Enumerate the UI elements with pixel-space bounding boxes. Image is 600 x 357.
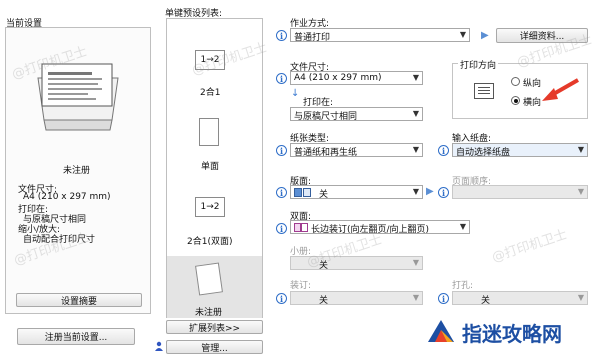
info-icon[interactable]: i	[276, 293, 287, 304]
info-icon[interactable]: i	[276, 187, 287, 198]
2in1-icon: 1→2	[195, 50, 225, 70]
chevron-down-icon: ▼	[577, 187, 584, 196]
preset-item-unregistered[interactable]: 未注册	[167, 256, 262, 318]
chevron-down-icon: ▼	[412, 145, 419, 154]
info-icon[interactable]: i	[438, 293, 449, 304]
register-current-settings-button[interactable]: 注册当前设置...	[17, 328, 135, 345]
chevron-down-icon: ▼	[412, 258, 419, 267]
preset-item-label: 单面	[201, 162, 220, 172]
punch-select[interactable]: 关 ▼	[452, 291, 588, 306]
landscape-page-icon	[474, 83, 494, 99]
current-settings-panel: 未注册 文件尺寸: A4 (210 x 297 mm) 打印在: 与原稿尺寸相同…	[5, 27, 151, 314]
chevron-down-icon: ▼	[577, 293, 584, 302]
job-type-select[interactable]: 普通打印 ▼	[290, 28, 470, 43]
layout-select[interactable]: 关 ▼	[290, 185, 423, 200]
play-arrow-icon: ▶	[426, 186, 434, 197]
single-page-icon	[199, 118, 219, 146]
scale-value: 自动配合打印尺寸	[23, 235, 96, 245]
user-icon	[154, 341, 164, 351]
input-tray-select[interactable]: 自动选择纸盘 ▼	[452, 143, 588, 158]
staple-label: 装订:	[290, 281, 312, 291]
layout-page-icon	[294, 188, 302, 197]
details-button[interactable]: 详细资料...	[496, 28, 588, 43]
portrait-label: 纵向	[523, 79, 542, 89]
chevron-down-icon: ▼	[412, 109, 419, 118]
settings-summary-button[interactable]: 设置摘要	[16, 293, 142, 307]
booklet-select[interactable]: 关 ▼	[290, 256, 423, 271]
info-icon[interactable]: i	[276, 73, 287, 84]
red-arrow-annotation	[540, 78, 580, 104]
preset-item-label: 2合1(双面)	[187, 237, 233, 247]
brand-name: 指迷攻略网	[462, 322, 562, 346]
punch-label: 打孔:	[452, 281, 474, 291]
info-icon[interactable]: i	[438, 145, 449, 156]
page-order-select[interactable]: ▼	[452, 185, 588, 199]
paper-preview-image	[34, 60, 122, 132]
manage-button[interactable]: 管理...	[166, 340, 263, 354]
chevron-down-icon: ▼	[412, 293, 419, 302]
register-status: 未注册	[63, 166, 91, 176]
preset-item-2in1-duplex[interactable]: 1→2 2合1(双面)	[167, 179, 262, 249]
preset-item-single-side[interactable]: 单面	[167, 104, 262, 174]
staple-select[interactable]: 关 ▼	[290, 291, 423, 306]
brand-logo-icon	[426, 316, 456, 346]
landscape-radio[interactable]	[511, 96, 520, 105]
orientation-title: 打印方向	[458, 58, 499, 71]
duplex-icon	[294, 223, 308, 232]
expand-list-button[interactable]: 扩展列表>>	[166, 320, 263, 334]
info-icon[interactable]: i	[438, 187, 449, 198]
2in1-duplex-icon: 1→2	[195, 197, 225, 217]
blank-page-icon	[195, 262, 223, 296]
chevron-down-icon: ▼	[459, 30, 466, 39]
chevron-down-icon: ▼	[577, 145, 584, 154]
layout-page-icon	[303, 188, 311, 197]
portrait-radio[interactable]	[511, 77, 520, 86]
paper-size-value: A4 (210 x 297 mm)	[23, 192, 111, 202]
document-size-select[interactable]: A4 (210 x 297 mm) ▼	[290, 71, 423, 85]
preset-item-label: 未注册	[195, 308, 223, 318]
duplex-select[interactable]: 长边装订(向左翻页/向上翻页) ▼	[290, 220, 470, 235]
chevron-down-icon: ▼	[412, 73, 419, 82]
chevron-down-icon: ▼	[412, 187, 419, 196]
watermark-text: @打印机卫士	[490, 227, 570, 266]
info-icon[interactable]: i	[276, 145, 287, 156]
down-arrow-icon: ↓	[291, 88, 300, 99]
paper-type-select[interactable]: 普通纸和再生纸 ▼	[290, 143, 423, 158]
print-on-select[interactable]: 与原稿尺寸相同 ▼	[290, 107, 423, 122]
play-arrow-icon: ▶	[481, 30, 489, 41]
preset-list[interactable]: 1→2 2合1 单面 1→2 2合1(双面) 未注册	[166, 18, 263, 318]
preset-item-label: 2合1	[200, 88, 221, 98]
chevron-down-icon: ▼	[459, 222, 466, 231]
info-icon[interactable]: i	[276, 30, 287, 41]
preset-item-2in1[interactable]: 1→2 2合1	[167, 19, 262, 98]
info-icon[interactable]: i	[276, 223, 287, 234]
landscape-label: 横向	[523, 98, 542, 108]
